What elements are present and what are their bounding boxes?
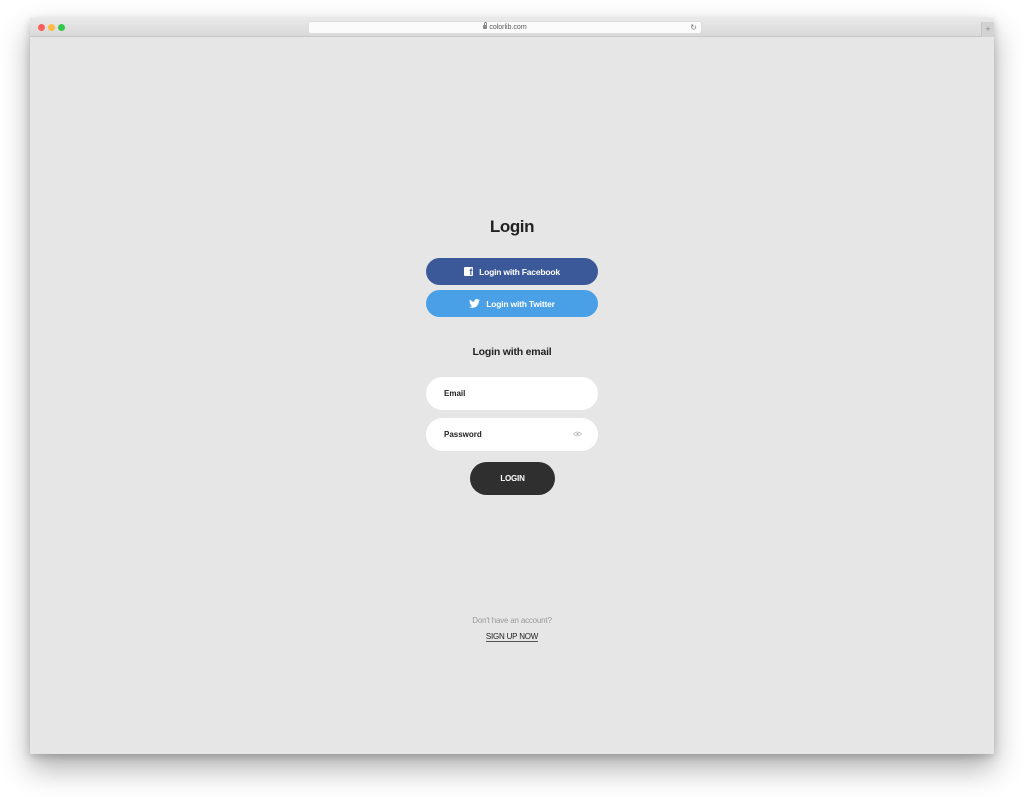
login-page: Login f Login with Facebook Login with T… bbox=[30, 37, 994, 754]
password-field-container bbox=[426, 418, 598, 451]
sign-up-link[interactable]: SIGN UP NOW bbox=[485, 632, 538, 642]
login-with-twitter-button[interactable]: Login with Twitter bbox=[426, 290, 598, 317]
password-field[interactable] bbox=[444, 418, 574, 451]
address-bar-text: colorlib.com bbox=[309, 22, 701, 33]
sign-up-link-container: SIGN UP NOW bbox=[30, 632, 994, 642]
login-button[interactable]: LOGIN bbox=[470, 462, 555, 495]
lock-icon bbox=[483, 22, 488, 29]
email-section-title: Login with email bbox=[472, 346, 552, 358]
new-tab-button[interactable]: + bbox=[981, 22, 994, 37]
reload-icon[interactable]: ↻ bbox=[690, 23, 697, 33]
minimize-window-button[interactable] bbox=[48, 24, 55, 31]
email-field-container bbox=[426, 377, 598, 410]
facebook-icon: f bbox=[464, 267, 474, 276]
eye-icon[interactable] bbox=[573, 431, 582, 437]
no-account-text: Don't have an account? bbox=[472, 616, 552, 625]
url-label: colorlib.com bbox=[489, 24, 527, 31]
page-title: Login bbox=[489, 217, 535, 236]
address-bar[interactable]: colorlib.com ↻ bbox=[308, 21, 702, 34]
login-with-facebook-button[interactable]: f Login with Facebook bbox=[426, 258, 598, 285]
twitter-icon bbox=[469, 299, 481, 308]
twitter-button-label: Login with Twitter bbox=[486, 298, 555, 309]
close-window-button[interactable] bbox=[38, 24, 45, 31]
zoom-window-button[interactable] bbox=[58, 24, 65, 31]
email-field[interactable] bbox=[444, 377, 574, 410]
facebook-button-label: Login with Facebook bbox=[479, 266, 560, 277]
browser-window: colorlib.com ↻ + Login f Login with Face… bbox=[30, 18, 994, 754]
browser-titlebar: colorlib.com ↻ + bbox=[30, 18, 994, 37]
